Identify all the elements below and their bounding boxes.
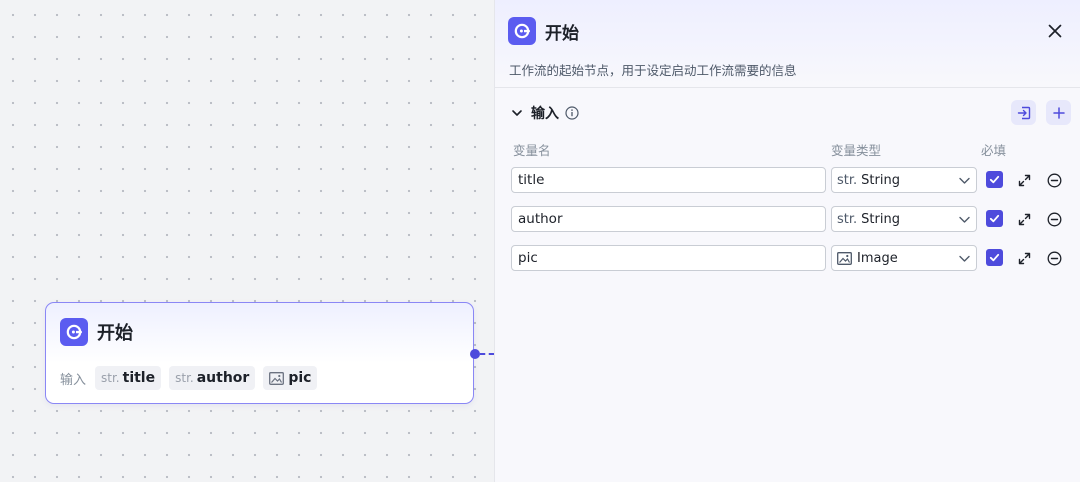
variable-row: Image bbox=[509, 245, 1072, 271]
start-node-inputs: 输入 str. title str. author pic bbox=[60, 366, 325, 390]
input-chip-name: title bbox=[122, 370, 156, 386]
image-icon bbox=[269, 371, 285, 385]
string-icon: str. bbox=[837, 172, 858, 188]
minus-circle-icon bbox=[1047, 173, 1061, 187]
variable-row: str. String bbox=[509, 206, 1072, 232]
variable-type-label: Image bbox=[857, 250, 898, 266]
chevron-down-icon bbox=[959, 177, 970, 184]
variable-name-input[interactable] bbox=[511, 167, 826, 193]
minus-circle-icon bbox=[1047, 212, 1061, 226]
variable-type-label: String bbox=[861, 172, 900, 188]
required-checkbox[interactable] bbox=[986, 210, 1003, 227]
chevron-down-icon bbox=[512, 110, 522, 116]
close-button[interactable] bbox=[1044, 20, 1066, 42]
expand-button[interactable] bbox=[1015, 171, 1033, 189]
start-node-header: 开始 bbox=[60, 318, 133, 346]
input-chip-name: author bbox=[196, 370, 250, 386]
variable-type-select[interactable]: Image bbox=[831, 245, 977, 271]
checkmark-icon bbox=[989, 175, 1000, 184]
node-connection-edge bbox=[480, 353, 494, 355]
inputs-section-header: 输入 bbox=[509, 100, 1072, 126]
info-icon[interactable] bbox=[565, 106, 579, 120]
panel-header: 开始 工作流的起始节点，用于设定启动工作流需要的信息 bbox=[495, 0, 1080, 88]
string-icon: str. bbox=[101, 371, 120, 385]
column-header-type: 变量类型 bbox=[831, 143, 882, 158]
column-header-name: 变量名 bbox=[513, 143, 551, 158]
start-node-inputs-label: 输入 bbox=[60, 372, 87, 388]
checkmark-icon bbox=[989, 253, 1000, 262]
variable-name-input[interactable] bbox=[511, 245, 826, 271]
remove-variable-button[interactable] bbox=[1045, 249, 1063, 267]
panel-title-row: 开始 bbox=[508, 17, 579, 45]
chevron-down-icon bbox=[959, 255, 970, 262]
input-chip-pic: pic bbox=[263, 366, 318, 390]
checkmark-icon bbox=[989, 214, 1000, 223]
input-chip-name: pic bbox=[288, 370, 312, 386]
expand-icon bbox=[1018, 252, 1030, 264]
start-node-icon bbox=[508, 17, 536, 45]
expand-button[interactable] bbox=[1015, 210, 1033, 228]
import-icon bbox=[1017, 106, 1030, 119]
variable-type-select[interactable]: str. String bbox=[831, 206, 977, 232]
start-node-title: 开始 bbox=[97, 323, 133, 344]
import-variables-button[interactable] bbox=[1011, 100, 1036, 125]
chevron-down-icon bbox=[959, 216, 970, 223]
column-header-required: 必填 bbox=[981, 143, 1007, 158]
plus-icon bbox=[1052, 106, 1065, 119]
start-node[interactable]: 开始 输入 str. title str. author pic bbox=[45, 302, 474, 404]
node-config-panel: 开始 工作流的起始节点，用于设定启动工作流需要的信息 输入 变量名 变量类型 必… bbox=[494, 0, 1080, 482]
required-checkbox[interactable] bbox=[986, 171, 1003, 188]
panel-title: 开始 bbox=[545, 23, 579, 44]
close-icon bbox=[1048, 24, 1062, 38]
variable-name-input[interactable] bbox=[511, 206, 826, 232]
add-variable-button[interactable] bbox=[1046, 100, 1071, 125]
expand-button[interactable] bbox=[1015, 249, 1033, 267]
panel-description: 工作流的起始节点，用于设定启动工作流需要的信息 bbox=[509, 63, 797, 78]
minus-circle-icon bbox=[1047, 251, 1061, 265]
input-chip-author: str. author bbox=[169, 366, 256, 390]
section-title: 输入 bbox=[531, 106, 559, 122]
expand-icon bbox=[1018, 213, 1030, 225]
section-collapse-toggle[interactable] bbox=[509, 105, 525, 121]
variable-row: str. String bbox=[509, 167, 1072, 193]
string-icon: str. bbox=[175, 371, 194, 385]
start-node-icon bbox=[60, 318, 88, 346]
workflow-canvas[interactable]: 开始 输入 str. title str. author pic bbox=[0, 0, 494, 482]
image-icon bbox=[837, 251, 852, 265]
required-checkbox[interactable] bbox=[986, 249, 1003, 266]
variable-type-label: String bbox=[861, 211, 900, 227]
start-node-output-port[interactable] bbox=[470, 349, 480, 359]
input-chip-title: str. title bbox=[95, 366, 162, 390]
remove-variable-button[interactable] bbox=[1045, 171, 1063, 189]
expand-icon bbox=[1018, 174, 1030, 186]
remove-variable-button[interactable] bbox=[1045, 210, 1063, 228]
string-icon: str. bbox=[837, 211, 858, 227]
variable-type-select[interactable]: str. String bbox=[831, 167, 977, 193]
